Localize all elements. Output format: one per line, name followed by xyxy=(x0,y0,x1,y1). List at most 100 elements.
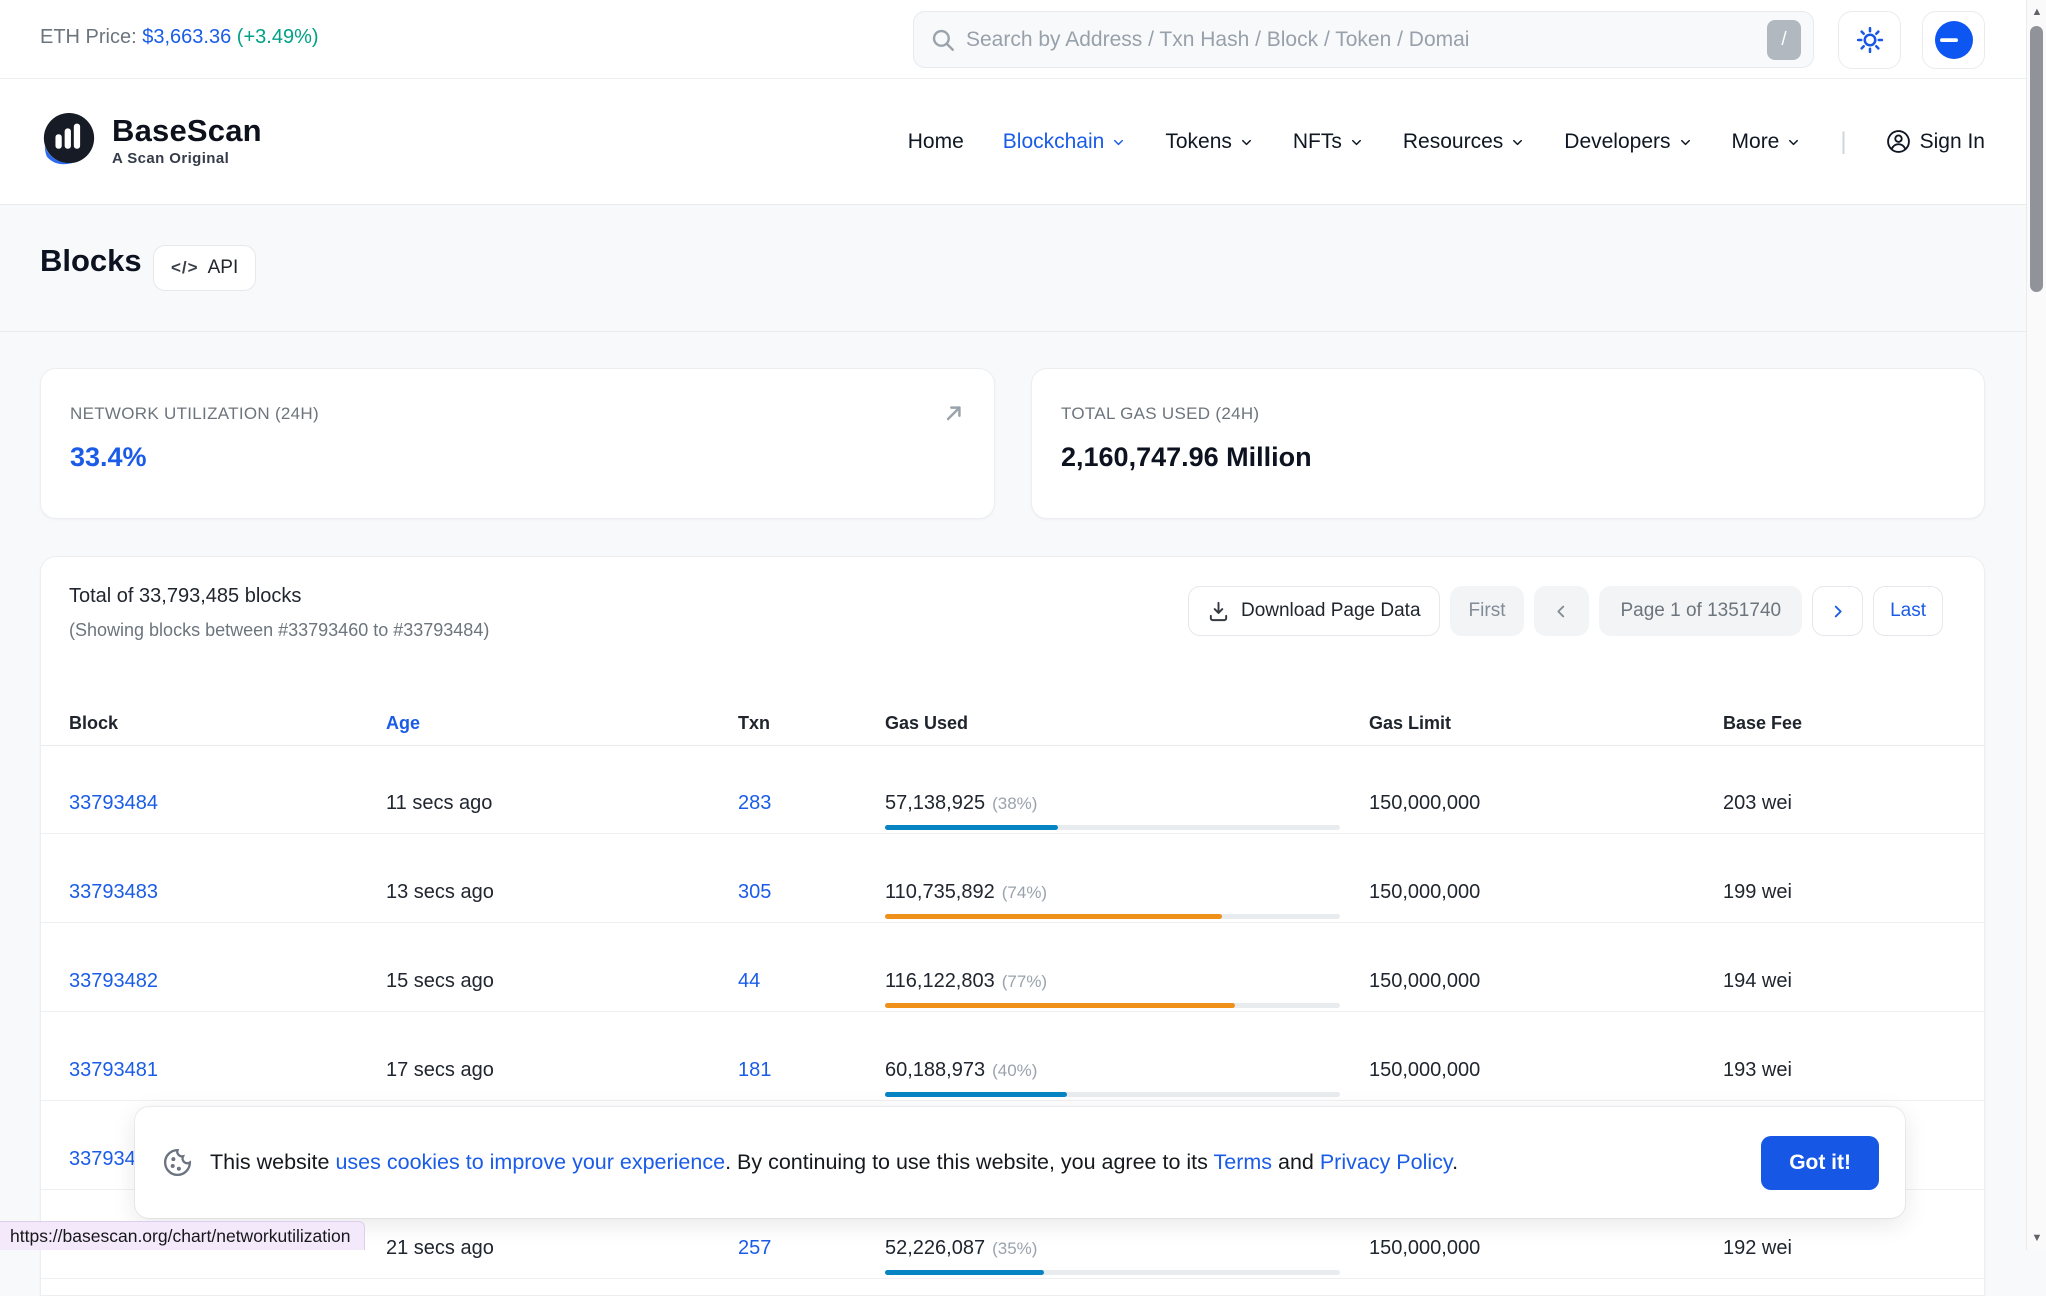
block-age: 17 secs ago xyxy=(386,1059,494,1082)
got-it-button[interactable]: Got it! xyxy=(1761,1136,1879,1190)
total-gas-used-card: TOTAL GAS USED (24H) 2,160,747.96 Millio… xyxy=(1031,368,1985,519)
gas-used-bar-fill xyxy=(885,1270,1044,1275)
gas-used-amount: 110,735,892 xyxy=(885,881,995,903)
link-preview-status-bar: https://basescan.org/chart/networkutiliz… xyxy=(0,1221,365,1250)
gas-limit-value: 150,000,000 xyxy=(1369,1237,1480,1260)
chevron-right-icon xyxy=(1829,603,1846,620)
eth-price: ETH Price: $3,663.36 (+3.49%) xyxy=(40,26,319,49)
txn-count-link[interactable]: 305 xyxy=(738,881,771,904)
pagination-prev-button[interactable] xyxy=(1534,586,1589,636)
cookie-link-terms[interactable]: Terms xyxy=(1213,1150,1272,1174)
txn-count-link[interactable]: 283 xyxy=(738,792,771,815)
sign-in-label: Sign In xyxy=(1920,130,1985,154)
block-age: 21 secs ago xyxy=(386,1237,494,1260)
nav-item-blockchain[interactable]: Blockchain xyxy=(1003,130,1127,154)
sign-in-button[interactable]: Sign In xyxy=(1886,129,1985,154)
gas-used-bar-fill xyxy=(885,1092,1067,1097)
column-header-age[interactable]: Age xyxy=(386,713,420,734)
column-header-gas-limit: Gas Limit xyxy=(1369,713,1451,734)
code-icon: </> xyxy=(171,258,199,278)
gas-used-percent: (77%) xyxy=(1002,972,1047,991)
nav-menu: Home Blockchain Tokens NFTs Resources Develop… xyxy=(908,79,1985,204)
network-utilization-card: NETWORK UTILIZATION (24H) 33.4% xyxy=(40,368,995,519)
gas-used-amount: 116,122,803 xyxy=(885,970,995,992)
gas-used-amount: 60,188,973 xyxy=(885,1059,985,1081)
gas-used-value: 57,138,925 (38%) xyxy=(885,792,1037,815)
brand-name: BaseScan xyxy=(112,115,262,148)
txn-count-link[interactable]: 257 xyxy=(738,1237,771,1260)
nav-item-resources[interactable]: Resources xyxy=(1403,130,1525,154)
api-button[interactable]: </> API xyxy=(153,245,256,291)
cookie-text-segment: . xyxy=(1452,1150,1458,1174)
cookie-banner: This website uses cookies to improve you… xyxy=(135,1107,1905,1218)
basescan-logo-icon xyxy=(40,110,98,172)
gas-used-bar-track xyxy=(885,1270,1340,1275)
pagination-page-indicator: Page 1 of 1351740 xyxy=(1599,586,1802,636)
nav-item-label: Developers xyxy=(1564,130,1670,154)
sun-icon xyxy=(1855,25,1885,55)
user-icon xyxy=(1886,129,1911,154)
base-logo-icon xyxy=(1935,21,1973,59)
gas-used-amount: 52,226,087 xyxy=(885,1237,985,1259)
gas-used-value: 116,122,803 (77%) xyxy=(885,970,1047,993)
nav-item-nfts[interactable]: NFTs xyxy=(1293,130,1364,154)
gas-used-bar-track xyxy=(885,914,1340,919)
block-number-link[interactable]: 33793481 xyxy=(69,1059,158,1082)
total-gas-used-label: TOTAL GAS USED (24H) xyxy=(1061,404,1259,424)
showing-blocks-text: (Showing blocks between #33793460 to #33… xyxy=(69,620,489,641)
nav-item-tokens[interactable]: Tokens xyxy=(1165,130,1254,154)
theme-toggle-button[interactable] xyxy=(1838,11,1901,69)
gas-used-percent: (74%) xyxy=(1002,883,1047,902)
txn-count-link[interactable]: 44 xyxy=(738,970,760,993)
gas-used-amount: 57,138,925 xyxy=(885,792,985,814)
download-icon xyxy=(1207,600,1230,623)
block-number-link[interactable]: 33793482 xyxy=(69,970,158,993)
pagination-first-button[interactable]: First xyxy=(1450,586,1525,636)
nav-item-label: Home xyxy=(908,130,964,154)
base-fee-value: 203 wei xyxy=(1723,792,1792,815)
search-bar[interactable]: / xyxy=(913,11,1814,68)
cookie-link-uses-cookies-to-improve-[interactable]: uses cookies to improve your experience xyxy=(335,1150,725,1174)
column-header-txn: Txn xyxy=(738,713,770,734)
gas-limit-value: 150,000,000 xyxy=(1369,881,1480,904)
cookie-icon xyxy=(161,1146,194,1179)
brand-tagline: A Scan Original xyxy=(112,150,262,167)
external-arrow-icon[interactable] xyxy=(941,400,967,431)
table-row: 33793481 17 secs ago 181 60,188,973(40%) 150… xyxy=(41,1012,1984,1101)
scrollbar-up-arrow[interactable]: ▲ xyxy=(2027,6,2046,18)
gas-limit-value: 150,000,000 xyxy=(1369,1059,1480,1082)
search-input[interactable] xyxy=(956,28,1767,52)
top-bar: ETH Price: $3,663.36 (+3.49%) / xyxy=(0,0,2026,79)
pagination-last-button[interactable]: Last xyxy=(1873,586,1943,636)
nav-item-label: Blockchain xyxy=(1003,130,1105,154)
nav-item-label: NFTs xyxy=(1293,130,1342,154)
nav-item-developers[interactable]: Developers xyxy=(1564,130,1692,154)
base-fee-value: 192 wei xyxy=(1723,1237,1792,1260)
gas-used-value: 52,226,087(35%) xyxy=(885,1237,1037,1260)
base-network-button[interactable] xyxy=(1922,11,1985,69)
chevron-down-icon xyxy=(1239,135,1254,150)
download-page-data-button[interactable]: Download Page Data xyxy=(1188,586,1440,636)
base-fee-value: 194 wei xyxy=(1723,970,1792,993)
txn-count-link[interactable]: 181 xyxy=(738,1059,771,1082)
column-header-block: Block xyxy=(69,713,118,734)
brand-logo[interactable]: BaseScan A Scan Original xyxy=(40,110,262,172)
gas-used-value: 60,188,973(40%) xyxy=(885,1059,1037,1082)
block-number-link[interactable]: 33793483 xyxy=(69,881,158,904)
nav-item-more[interactable]: More xyxy=(1732,130,1802,154)
gas-used-bar-track xyxy=(885,825,1340,830)
gas-used-percent: (38%) xyxy=(992,794,1037,813)
chevron-down-icon xyxy=(1111,135,1126,150)
eth-price-value[interactable]: $3,663.36 xyxy=(142,26,231,48)
gas-limit-value: 150,000,000 xyxy=(1369,792,1480,815)
download-button-label: Download Page Data xyxy=(1241,600,1421,622)
nav-item-home[interactable]: Home xyxy=(908,130,964,154)
page-scrollbar[interactable]: ▲ ▼ xyxy=(2026,0,2046,1250)
chevron-down-icon xyxy=(1678,135,1693,150)
scrollbar-thumb[interactable] xyxy=(2030,26,2043,292)
block-number-link[interactable]: 33793484 xyxy=(69,792,158,815)
gas-limit-value: 150,000,000 xyxy=(1369,970,1480,993)
cookie-link-privacy-policy[interactable]: Privacy Policy xyxy=(1320,1150,1452,1174)
pagination-next-button[interactable] xyxy=(1812,586,1863,636)
scrollbar-down-arrow[interactable]: ▼ xyxy=(2027,1232,2046,1244)
